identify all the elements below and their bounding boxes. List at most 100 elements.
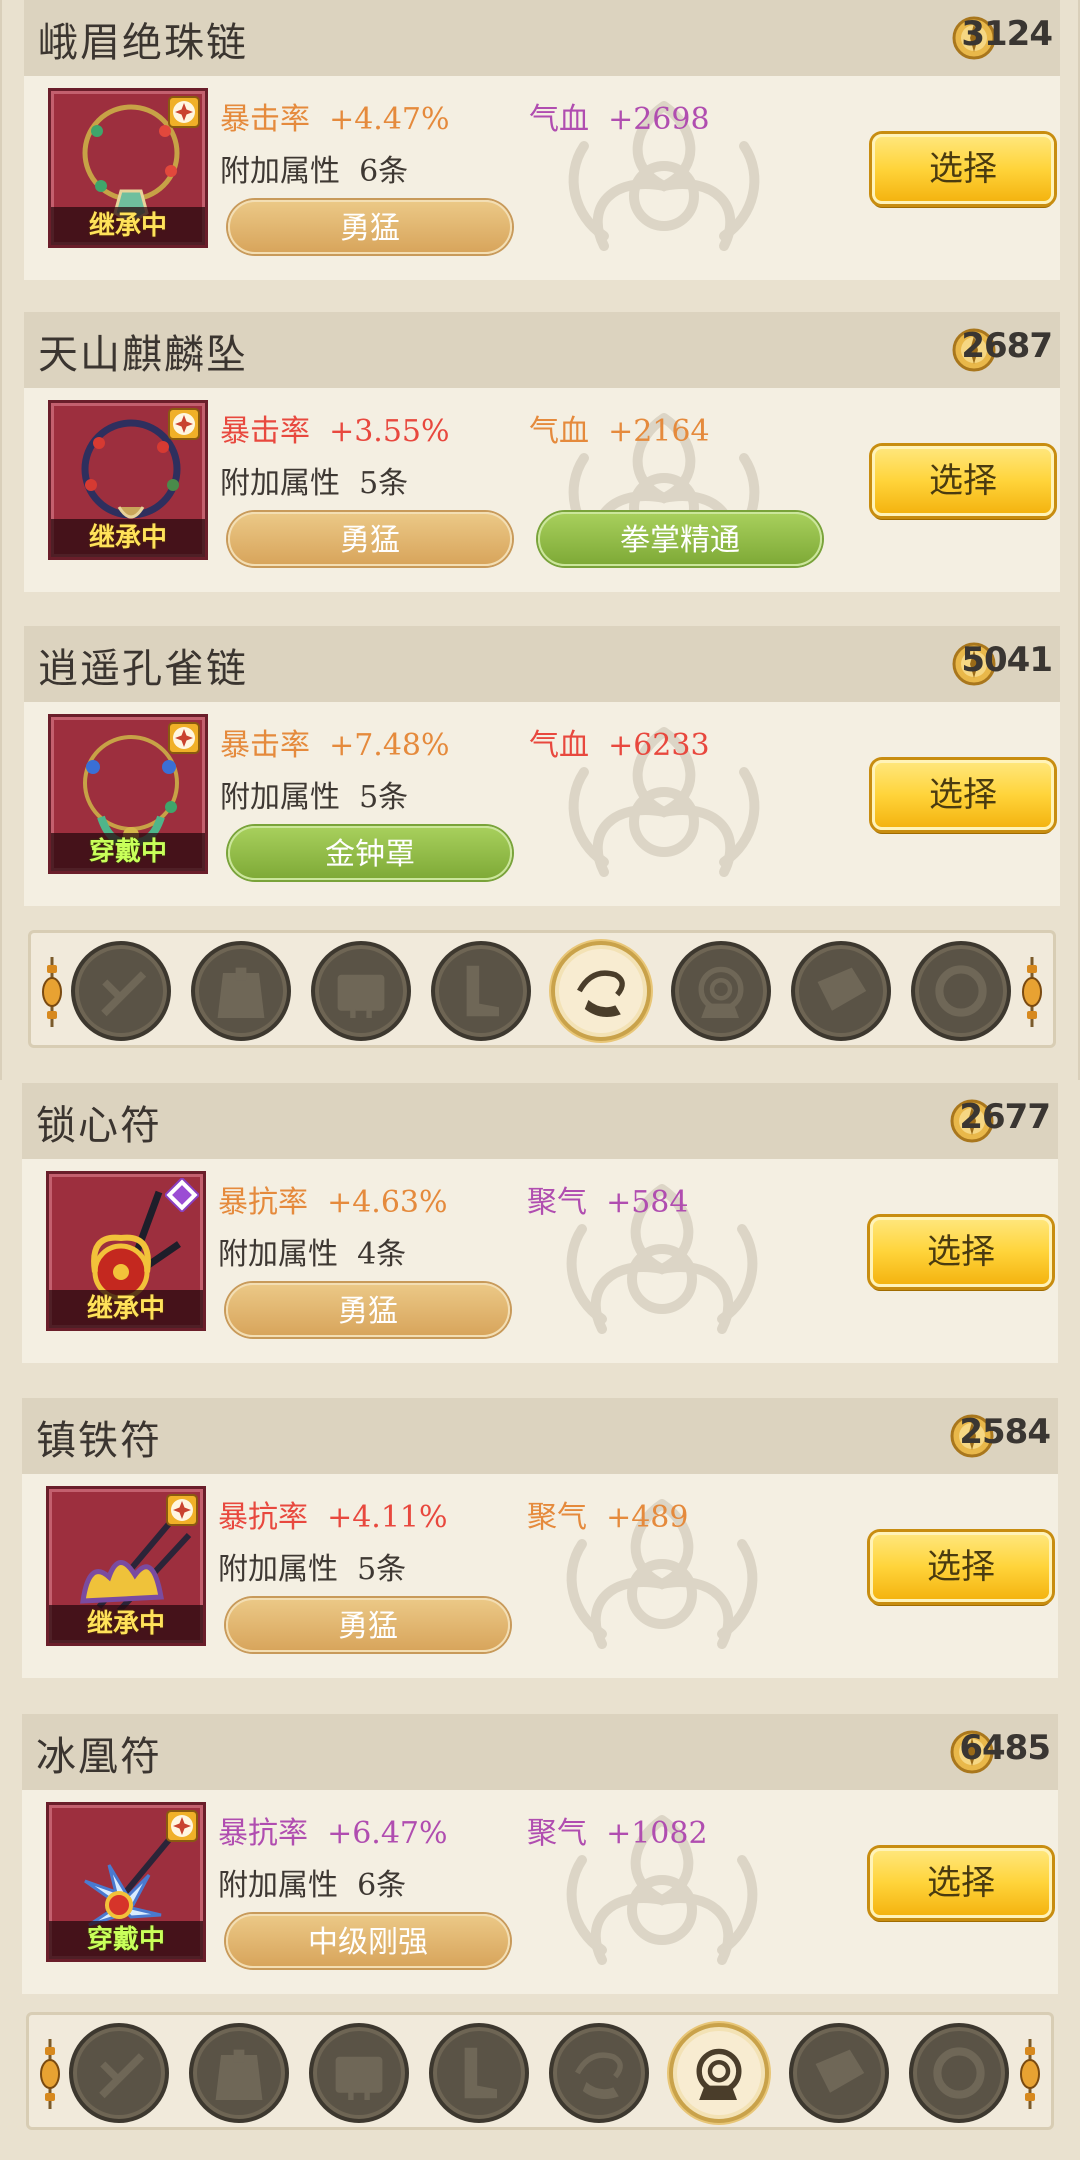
attribute-tag[interactable]: 金钟罩	[228, 826, 512, 880]
card-header: 冰凰符 6485	[22, 1714, 1058, 1790]
extra-attributes-count: 6条	[359, 154, 409, 189]
secondary-stat-value: +489	[606, 1500, 689, 1535]
attribute-tag[interactable]: 拳掌精通	[538, 512, 822, 566]
attribute-tag[interactable]: 勇猛	[228, 512, 512, 566]
primary-stat: 暴抗率 +4.11%	[218, 1492, 448, 1536]
item-icon[interactable]: 继承中	[46, 1486, 206, 1646]
secondary-stat-name: 聚气	[527, 1185, 587, 1220]
card-header: 天山麒麟坠 2687	[24, 312, 1060, 388]
star-seal-icon	[167, 721, 201, 755]
select-button[interactable]: 选择	[872, 446, 1054, 516]
primary-stat-name: 暴击率	[220, 414, 310, 449]
item-name: 锁心符	[36, 1103, 162, 1149]
item-score: 2687	[961, 326, 1053, 366]
item-icon[interactable]: 穿戴中	[48, 714, 208, 874]
bracer-slot-icon[interactable]	[789, 2023, 889, 2123]
talisman-slot-icon[interactable]	[671, 941, 771, 1041]
scroll-end-right-icon	[1019, 2039, 1041, 2109]
armor-slot-icon[interactable]	[189, 2023, 289, 2123]
secondary-stat: 聚气 +489	[527, 1492, 688, 1536]
item-icon[interactable]: 穿戴中	[46, 1802, 206, 1962]
extra-attributes-count: 6条	[357, 1868, 407, 1903]
item-status-badge: 继承中	[51, 519, 205, 557]
attribute-tag[interactable]: 勇猛	[228, 200, 512, 254]
secondary-stat-value: +584	[606, 1185, 689, 1220]
secondary-stat: 聚气 +1082	[527, 1808, 708, 1852]
select-button[interactable]: 选择	[870, 1532, 1052, 1602]
primary-stat-name: 暴击率	[220, 728, 310, 763]
item-score: 2584	[959, 1412, 1051, 1452]
select-button[interactable]: 选择	[870, 1217, 1052, 1287]
card-body: 继承中 暴击率 +4.47% 气血 +2698 附加属性 6条 勇猛 选择	[24, 76, 1060, 280]
item-status-badge: 穿戴中	[49, 1921, 203, 1959]
primary-stat: 暴抗率 +6.47%	[218, 1808, 448, 1852]
screen-panel-1: 峨眉绝珠链 3124 继承中 暴击率 +4.47% 气血 +2698 附加属性 6条 勇猛…	[0, 0, 1080, 1080]
item-status-badge: 穿戴中	[51, 833, 205, 871]
card-header: 镇铁符 2584	[22, 1398, 1058, 1474]
scroll-end-left-icon	[41, 957, 63, 1027]
attribute-tag[interactable]: 勇猛	[226, 1598, 510, 1652]
attribute-tag[interactable]: 勇猛	[226, 1283, 510, 1337]
extra-attributes-count: 4条	[357, 1237, 407, 1272]
item-name: 峨眉绝珠链	[38, 20, 248, 66]
secondary-stat-value: +1082	[606, 1816, 708, 1851]
necklace-slot-icon[interactable]	[549, 2023, 649, 2123]
select-button[interactable]: 选择	[872, 760, 1054, 830]
weapon-slot-icon[interactable]	[71, 941, 171, 1041]
card-body: 继承中 暴抗率 +4.63% 聚气 +584 附加属性 4条勇猛 选择	[22, 1159, 1058, 1363]
item-score: 6485	[959, 1728, 1051, 1768]
primary-stat-value: +6.47%	[327, 1816, 448, 1851]
equipment-card: 镇铁符 2584 继承中 暴抗率 +4.11% 聚气 +489 附加属性 5条 勇猛 选择	[22, 1398, 1058, 1678]
card-body: 继承中 暴击率 +3.55% 气血 +2164 附加属性 5条 勇猛 拳掌精通 选择	[24, 388, 1060, 592]
star-seal-icon	[167, 407, 201, 441]
equipment-card: 锁心符 2677 继承中 暴抗率 +4.63% 聚气 +584 附加属性 4条 勇猛 选择	[22, 1083, 1058, 1363]
select-button[interactable]: 选择	[870, 1848, 1052, 1918]
weapon-slot-icon[interactable]	[69, 2023, 169, 2123]
primary-stat-name: 暴抗率	[218, 1185, 308, 1220]
primary-stat-value: +4.63%	[327, 1185, 448, 1220]
boots-slot-icon[interactable]	[431, 941, 531, 1041]
belt-slot-icon[interactable]	[309, 2023, 409, 2123]
primary-stat: 暴击率 +4.47%	[220, 94, 450, 138]
ring-slot-icon[interactable]	[909, 2023, 1009, 2123]
secondary-stat-name: 聚气	[527, 1816, 587, 1851]
item-name: 镇铁符	[36, 1418, 162, 1464]
extra-attributes: 附加属性 4条	[218, 1229, 406, 1273]
extra-attributes: 附加属性 5条	[220, 772, 408, 816]
ring-slot-icon[interactable]	[911, 941, 1011, 1041]
equipment-card: 峨眉绝珠链 3124 继承中 暴击率 +4.47% 气血 +2698 附加属性 6条 勇猛…	[24, 0, 1060, 280]
item-status-badge: 继承中	[49, 1290, 203, 1328]
extra-attributes: 附加属性 5条	[220, 458, 408, 502]
primary-stat-name: 暴抗率	[218, 1500, 308, 1535]
extra-attributes-label: 附加属性	[220, 466, 340, 501]
secondary-stat-name: 气血	[529, 728, 589, 763]
attribute-tag[interactable]: 中级刚强	[226, 1914, 510, 1968]
talisman-slot-icon[interactable]	[669, 2023, 769, 2123]
necklace-slot-icon[interactable]	[551, 941, 651, 1041]
item-icon[interactable]: 继承中	[48, 88, 208, 248]
card-header: 峨眉绝珠链 3124	[24, 0, 1060, 76]
purple-diamond-icon	[165, 1178, 199, 1212]
primary-stat-value: +4.47%	[329, 102, 450, 137]
primary-stat-name: 暴击率	[220, 102, 310, 137]
item-status-badge: 继承中	[49, 1605, 203, 1643]
secondary-stat-name: 气血	[529, 414, 589, 449]
primary-stat: 暴击率 +3.55%	[220, 406, 450, 450]
item-status-badge: 继承中	[51, 207, 205, 245]
secondary-stat-name: 气血	[529, 102, 589, 137]
scroll-end-left-icon	[39, 2039, 61, 2109]
select-button[interactable]: 选择	[872, 134, 1054, 204]
item-icon[interactable]: 继承中	[46, 1171, 206, 1331]
extra-attributes-label: 附加属性	[220, 154, 340, 189]
card-body: 穿戴中 暴抗率 +6.47% 聚气 +1082 附加属性 6条 中级刚强 选择	[22, 1790, 1058, 1994]
bracer-slot-icon[interactable]	[791, 941, 891, 1041]
primary-stat: 暴击率 +7.48%	[220, 720, 450, 764]
armor-slot-icon[interactable]	[191, 941, 291, 1041]
scroll-end-right-icon	[1021, 957, 1043, 1027]
belt-slot-icon[interactable]	[311, 941, 411, 1041]
item-icon[interactable]: 继承中	[48, 400, 208, 560]
equipment-slot-bar	[28, 930, 1056, 1048]
extra-attributes-count: 5条	[359, 780, 409, 815]
primary-stat-value: +7.48%	[329, 728, 450, 763]
boots-slot-icon[interactable]	[429, 2023, 529, 2123]
